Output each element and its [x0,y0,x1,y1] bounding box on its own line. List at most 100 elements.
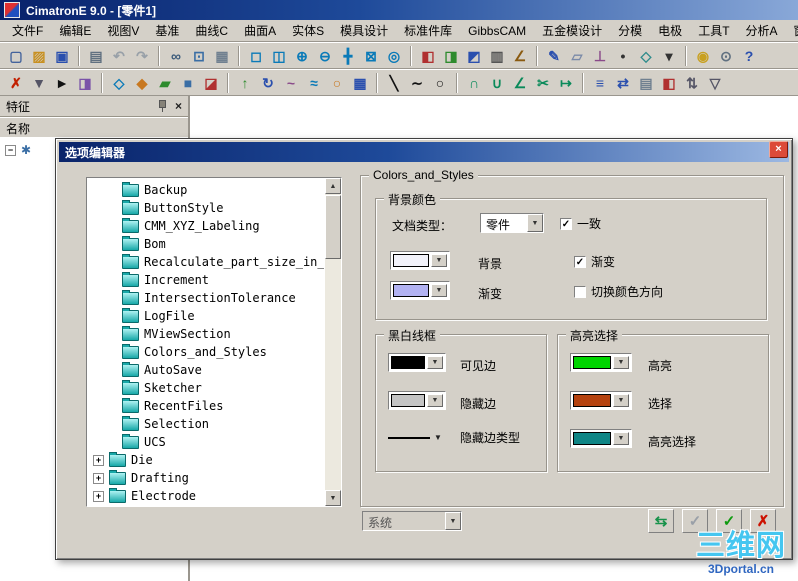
view-cube-green-icon[interactable]: ◨ [440,45,462,67]
consistent-checkbox[interactable]: ✓ 一致 [560,215,601,232]
visible-edge-color-combo[interactable]: ▼ [388,353,446,372]
gradient-checkbox[interactable]: ✓ 渐变 [574,253,615,270]
pick-arrow-icon[interactable]: ► [51,72,73,94]
apply-button[interactable]: ✓ [682,509,708,533]
filter-funnel-icon[interactable]: ▽ [704,72,726,94]
loft-icon[interactable]: ≈ [303,72,325,94]
pan-icon[interactable]: ╋ [337,45,359,67]
zoom-out-icon[interactable]: ⊖ [314,45,336,67]
shell-icon[interactable]: ○ [326,72,348,94]
tree-item[interactable]: + MViewSection [88,325,324,343]
mirror-icon[interactable]: ⇄ [612,72,634,94]
undo-icon[interactable]: ↶ [108,45,130,67]
sort-icon[interactable]: ⇅ [681,72,703,94]
menu-item[interactable]: 窗口 [786,20,798,41]
chamfer-icon[interactable]: ∠ [509,72,531,94]
sketch-pencil-icon[interactable]: ✎ [543,45,565,67]
arc-icon[interactable]: ∩ [463,72,485,94]
expand-plus-icon[interactable]: + [93,472,104,484]
chevron-down-icon[interactable]: ▼ [427,356,443,369]
chevron-down-icon[interactable]: ▼ [431,284,447,297]
shaded-icon[interactable]: ◆ [131,72,153,94]
screen-refresh-icon[interactable]: ◎ [383,45,405,67]
calculator-icon[interactable]: ▥ [486,45,508,67]
section-view-icon[interactable]: ◪ [200,72,222,94]
revolve-icon[interactable]: ↻ [257,72,279,94]
plane-icon[interactable]: ▱ [566,45,588,67]
highlight-select-color-combo[interactable]: ▼ [570,429,632,448]
zoom-in-icon[interactable]: ⊕ [291,45,313,67]
tree-item[interactable]: + Increment [88,271,324,289]
chevron-down-icon[interactable]: ▼ [527,214,543,232]
panel-close-icon[interactable]: × [175,100,182,112]
sweep-icon[interactable]: ~ [280,72,302,94]
offset-icon[interactable]: ≡ [589,72,611,94]
help-icon[interactable]: ? [738,45,760,67]
view-cube-red-icon[interactable]: ◧ [417,45,439,67]
gradient-color-swatch-combo[interactable]: ▼ [390,281,450,300]
tree-item[interactable]: + LogFile [88,307,324,325]
open-folder-icon[interactable]: ▨ [28,45,50,67]
tree-item[interactable]: + IntersectionTolerance [88,289,324,307]
chevron-down-icon[interactable]: ▼ [613,356,629,369]
menu-item[interactable]: 编辑E [51,20,99,41]
tree-item[interactable]: + UCS [88,433,324,451]
layers-icon[interactable]: ▤ [635,72,657,94]
select-color-combo[interactable]: ▼ [570,391,632,410]
tree-item[interactable]: + Electrode [88,487,324,505]
delete-icon[interactable]: ✗ [5,72,27,94]
background-color-swatch-combo[interactable]: ▼ [390,251,450,270]
cancel-button[interactable]: ✗ [750,509,776,533]
palette-icon[interactable]: ◧ [658,72,680,94]
view-cube-blue-icon[interactable]: ◩ [463,45,485,67]
menu-item[interactable]: 工具T [690,20,737,41]
menu-item[interactable]: 实体S [284,20,332,41]
menu-item[interactable]: 电极 [650,20,690,41]
redo-icon[interactable]: ↷ [131,45,153,67]
pin-icon[interactable] [157,100,167,112]
selection-filter-icon[interactable]: ▼ [28,72,50,94]
menu-item[interactable]: 五金模设计 [534,20,610,41]
menu-item[interactable]: 文件F [4,20,51,41]
tree-item[interactable]: + RecentFiles [88,397,324,415]
expand-plus-icon[interactable]: + [93,490,104,502]
tree-item[interactable]: + Die [88,451,324,469]
chevron-down-icon[interactable]: ▼ [613,394,629,407]
collapse-minus-icon[interactable]: − [5,144,16,156]
polyline-icon[interactable]: ∼ [406,72,428,94]
wireframe-icon[interactable]: ◇ [108,72,130,94]
scrollbar-thumb[interactable] [325,195,341,259]
tree-item[interactable]: + AutoSave [88,361,324,379]
hidden-edge-color-combo[interactable]: ▼ [388,391,446,410]
pattern-icon[interactable]: ▦ [349,72,371,94]
scroll-down-icon[interactable]: ▼ [325,490,341,506]
new-file-icon[interactable]: ▢ [5,45,27,67]
checkbox-box[interactable]: ✓ [560,217,572,230]
trim-icon[interactable]: ✂ [532,72,554,94]
tree-item[interactable]: + ButtonStyle [88,199,324,217]
axis-icon[interactable]: ⊥ [589,45,611,67]
flip-color-direction-checkbox[interactable]: 切换颜色方向 [574,283,663,300]
restore-defaults-button[interactable]: ⇆ [648,509,674,533]
hidden-edge-linetype-combo[interactable]: ▼ [388,433,442,442]
datatable-icon[interactable]: ▦ [211,45,233,67]
monitor-icon[interactable]: ⊡ [188,45,210,67]
scope-combo[interactable]: 系统 ▼ [362,511,462,531]
menu-item[interactable]: 视图V [99,20,147,41]
point-icon[interactable]: • [612,45,634,67]
scroll-up-icon[interactable]: ▲ [325,178,341,194]
tree-scrollbar[interactable]: ▲ ▼ [325,178,341,506]
tree-item[interactable]: + Colors_and_Styles [88,343,324,361]
chevron-down-icon[interactable]: ▼ [613,432,629,445]
more-dropdown-icon[interactable]: ▾ [658,45,680,67]
surface-icon[interactable]: ▰ [154,72,176,94]
tree-item[interactable]: + CMM_XYZ_Labeling [88,217,324,235]
circle-icon[interactable]: ○ [429,72,451,94]
chevron-down-icon[interactable]: ▼ [434,433,442,442]
menu-item[interactable]: 基准 [147,20,187,41]
zoom-window-icon[interactable]: ◫ [268,45,290,67]
chevron-down-icon[interactable]: ▼ [427,394,443,407]
menu-item[interactable]: 分析A [738,20,786,41]
ok-button[interactable]: ✓ [716,509,742,533]
cube-icon[interactable]: ◇ [635,45,657,67]
